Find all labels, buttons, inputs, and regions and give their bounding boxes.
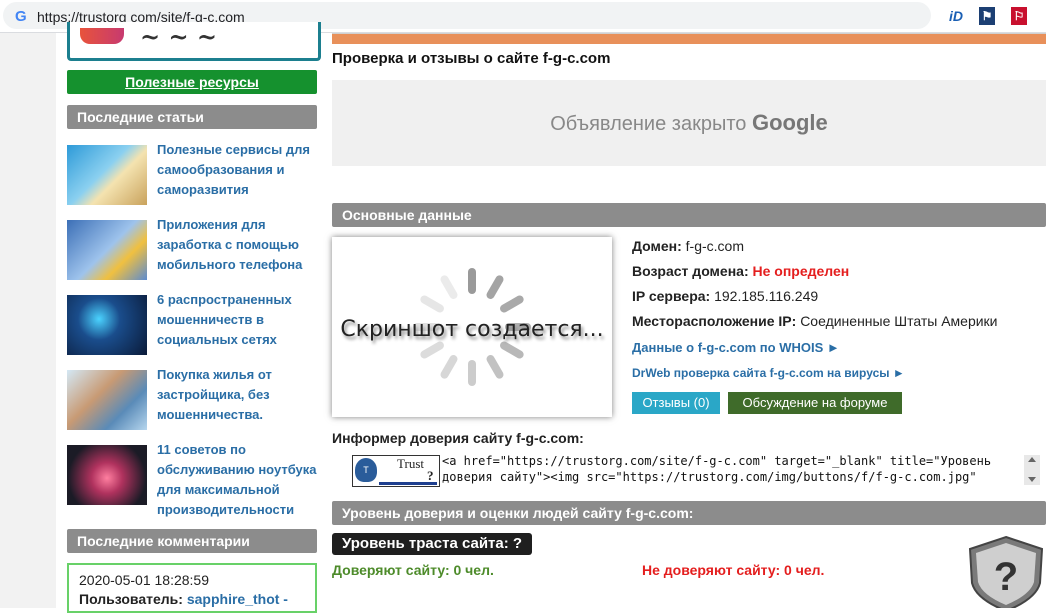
trust-yes-count: Доверяют сайту: 0 чел. (332, 562, 494, 578)
comment-user-label: Пользователь: (79, 591, 183, 607)
ad-placeholder: Объявление закрыто Google (332, 80, 1046, 166)
shield-seal-icon: T (355, 458, 377, 482)
id-extension-icon[interactable]: iD (946, 7, 966, 25)
server-ip-row: IP сервера: 192.185.116.249 (632, 288, 819, 304)
reviews-button[interactable]: Отзывы (0) (632, 392, 720, 414)
code-scrollbar[interactable] (1024, 455, 1040, 485)
useful-resources-button[interactable]: Полезные ресурсы (67, 70, 317, 94)
server-ip-value: 192.185.116.249 (714, 288, 819, 304)
loading-spinner-icon (468, 268, 476, 294)
article-thumbnail[interactable] (67, 370, 147, 430)
google-g-icon: G (15, 8, 27, 25)
article-link[interactable]: Покупка жилья от застройщика, без мошенн… (157, 365, 317, 425)
screenshot-status-text: Скриншот создается... (340, 317, 604, 342)
trust-informer-badge[interactable]: T Trust ? (352, 455, 440, 487)
ad-closed-text: Объявление закрыто (550, 113, 747, 135)
article-link[interactable]: 6 распространенных мошенничеств в социал… (157, 290, 317, 350)
comment-user: Пользователь: sapphire_thot - (79, 589, 305, 609)
article-item[interactable]: 11 советов по обслуживанию ноутбука для … (67, 442, 317, 517)
page-title: Проверка и отзывы о сайте f-g-c.com (332, 50, 611, 67)
domain-age-row: Возраст домена: Не определен (632, 263, 850, 279)
trust-section-heading: Уровень доверия и оценки людей сайту f-g… (332, 501, 1046, 525)
article-link[interactable]: 11 советов по обслуживанию ноутбука для … (157, 440, 317, 520)
accent-bar (332, 33, 1046, 44)
svg-text:?: ? (994, 555, 1018, 599)
comment-card: 2020-05-01 18:28:59 Пользователь: sapphi… (67, 563, 317, 613)
site-screenshot: Скриншот создается... (332, 237, 612, 417)
domain-row: Домен: f-g-c.com (632, 238, 745, 254)
article-item[interactable]: Приложения для заработка с помощью мобил… (67, 217, 317, 282)
informer-code-textarea[interactable]: <a href="https://trustorg.com/site/f-g-c… (442, 453, 1020, 489)
trust-no-count: Не доверяют сайту: 0 чел. (642, 562, 825, 578)
article-thumbnail[interactable] (67, 220, 147, 280)
domain-age-value: Не определен (752, 263, 850, 279)
scroll-up-icon[interactable] (1028, 457, 1036, 462)
article-item[interactable]: 6 распространенных мошенничеств в социал… (67, 292, 317, 357)
question-shield-icon: ? (968, 535, 1044, 608)
whois-link[interactable]: Данные о f-g-c.com по WHOIS ► (632, 340, 840, 355)
comment-date: 2020-05-01 18:28:59 (79, 572, 209, 588)
article-thumbnail[interactable] (67, 145, 147, 205)
drweb-link[interactable]: DrWeb проверка сайта f-g-c.com на вирусы… (632, 366, 905, 380)
comment-user-link[interactable]: sapphire_thot - (187, 591, 288, 607)
scroll-down-icon[interactable] (1028, 477, 1036, 482)
article-thumbnail[interactable] (67, 445, 147, 505)
article-item[interactable]: Полезные сервисы для самообразования и с… (67, 142, 317, 207)
article-link[interactable]: Полезные сервисы для самообразования и с… (157, 140, 317, 200)
latest-comments-heading: Последние комментарии (67, 529, 317, 553)
article-link[interactable]: Приложения для заработка с помощью мобил… (157, 215, 317, 275)
ip-location-row: Месторасположение IP: Соединенные Штаты … (632, 313, 998, 329)
basic-data-heading: Основные данные (332, 203, 1046, 227)
trust-level-badge: Уровень траста сайта: ? (332, 533, 533, 555)
forum-discussion-button[interactable]: Обсуждение на форуме (728, 392, 902, 414)
extension-icon[interactable]: ⚑ (979, 7, 995, 25)
extension-icon-red[interactable]: ⚐ (1011, 7, 1027, 25)
article-thumbnail[interactable] (67, 295, 147, 355)
article-item[interactable]: Покупка жилья от застройщика, без мошенн… (67, 367, 317, 432)
ad-brand: Google (751, 110, 828, 135)
latest-articles-heading: Последние статьи (67, 105, 317, 129)
ip-location-value: Соединенные Штаты Америки (800, 313, 998, 329)
informer-title: Информер доверия сайту f-g-c.com: (332, 430, 584, 446)
site-logo[interactable]: ~ ~ ~ (67, 22, 321, 61)
domain-value: f-g-c.com (685, 238, 745, 254)
